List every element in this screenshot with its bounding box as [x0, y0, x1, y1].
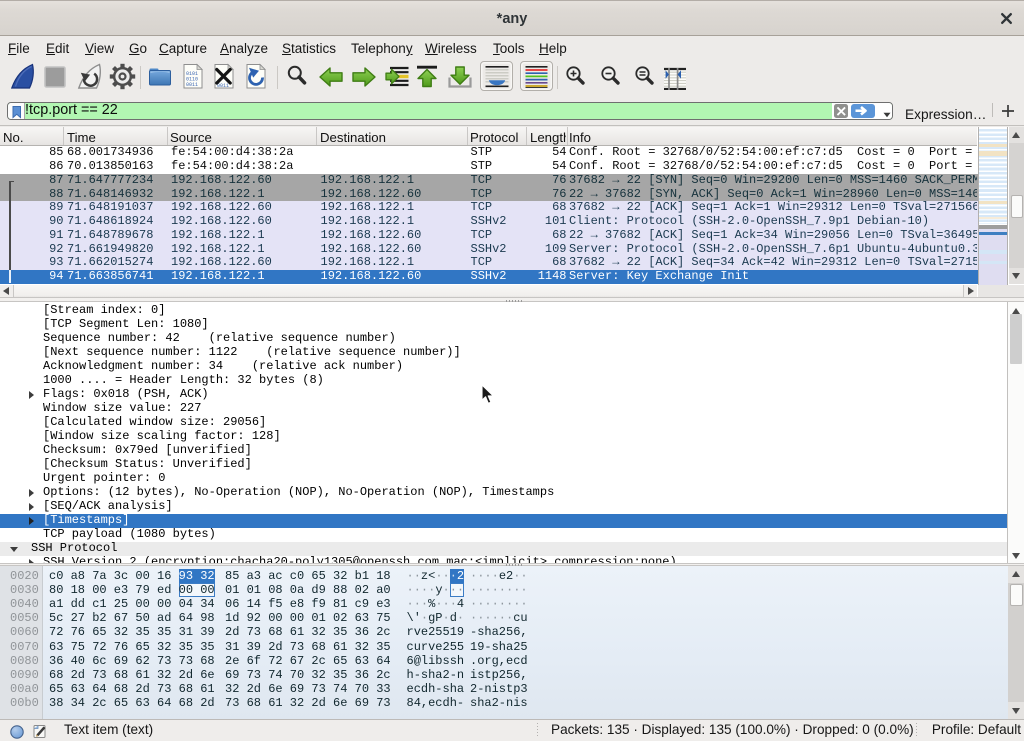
svg-text:0011: 0011	[186, 82, 198, 88]
svg-text:0011: 0011	[217, 83, 229, 89]
